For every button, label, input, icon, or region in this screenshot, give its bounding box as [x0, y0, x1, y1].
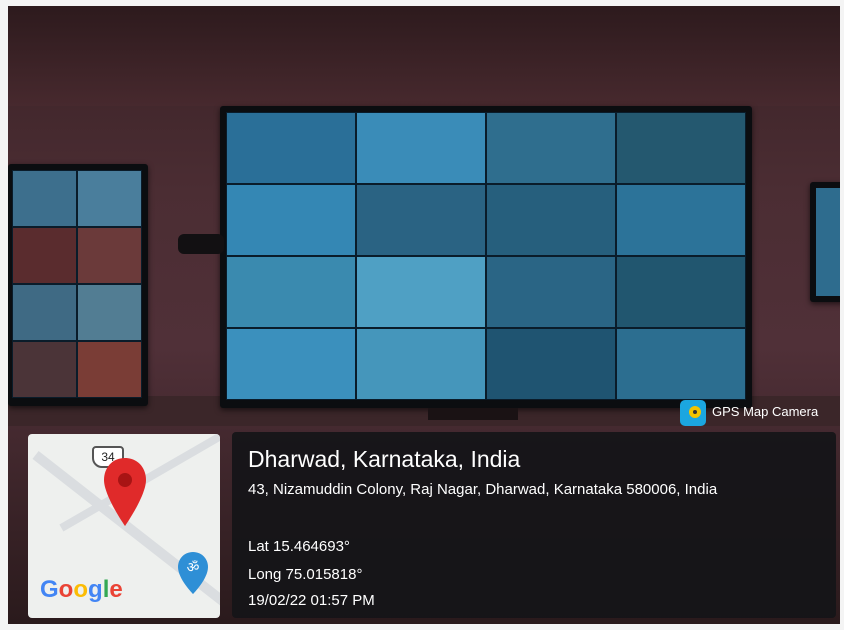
- location-info-panel: Dharwad, Karnataka, India 43, Nizamuddin…: [232, 432, 836, 618]
- monitor-stand: [428, 408, 518, 420]
- cable: [178, 234, 224, 254]
- right-monitor-screen: [816, 188, 840, 296]
- svg-text:ॐ: ॐ: [187, 560, 200, 576]
- map-thumbnail: 34 ॐ Google: [28, 434, 220, 618]
- om-marker-icon: ॐ: [178, 552, 208, 594]
- gps-map-camera-badge: GPS Map Camera: [676, 398, 836, 426]
- main-monitor: [220, 106, 752, 408]
- photo-frame: 34 ॐ Google GPS Map Camera Dharwad, Karn…: [0, 0, 844, 630]
- google-logo: Google: [40, 576, 123, 603]
- longitude: Long 75.015818°: [248, 566, 363, 583]
- right-monitor: [810, 182, 840, 302]
- location-address: 43, Nizamuddin Colony, Raj Nagar, Dharwa…: [248, 481, 718, 498]
- logo-dot: [693, 410, 697, 414]
- map-pin-icon: [104, 458, 146, 526]
- location-title: Dharwad, Karnataka, India: [248, 446, 521, 472]
- left-monitor-screen: [12, 170, 142, 398]
- cctv-grid: [226, 112, 746, 400]
- timestamp: 19/02/22 01:57 PM: [248, 592, 375, 609]
- left-monitor: [8, 164, 148, 406]
- badge-label: GPS Map Camera: [712, 404, 819, 419]
- latitude: Lat 15.464693°: [248, 538, 350, 555]
- wall: [8, 6, 840, 106]
- gps-map-camera-logo: [680, 400, 706, 426]
